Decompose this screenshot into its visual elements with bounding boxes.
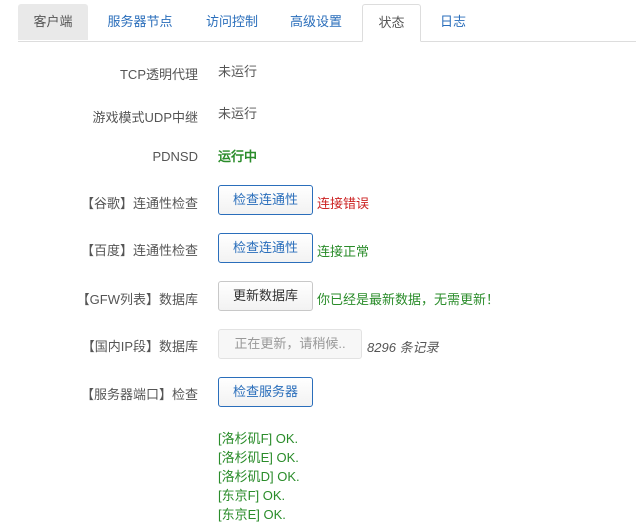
baidu-check-button[interactable]: 检查连通性: [218, 233, 313, 263]
google-check-status: 连接错误: [317, 196, 370, 211]
server-result-line: [洛杉矶D] OK.: [218, 469, 300, 484]
tab-bar: 客户端 服务器节点 访问控制 高级设置 状态 日志: [18, 4, 636, 42]
udp-relay-label: 游戏模式UDP中继: [92, 110, 198, 125]
gfw-db-status: 你已经是最新数据，无需更新！: [317, 292, 500, 307]
udp-relay-status: 未运行: [218, 106, 258, 121]
google-check-label: 【谷歌】连通性检查: [80, 196, 198, 211]
tcp-proxy-status: 未运行: [218, 64, 258, 79]
baidu-check-label: 【百度】连通性检查: [80, 243, 198, 258]
server-result-line: [东京F] OK.: [218, 488, 286, 503]
tcp-proxy-label: TCP透明代理: [119, 67, 198, 82]
tab-server-nodes[interactable]: 服务器节点: [90, 4, 190, 40]
pdnsd-status: 运行中: [218, 149, 258, 164]
chnip-record-count: 8296 条记录: [367, 340, 439, 355]
server-port-check-label: 【服务器端口】检查: [80, 387, 198, 402]
tab-access-control[interactable]: 访问控制: [192, 4, 272, 40]
chnip-db-label: 【国内IP段】数据库: [81, 339, 198, 354]
updating-chnip-button: 正在更新，请稍候..: [218, 329, 362, 359]
gfw-db-label: 【GFW列表】数据库: [76, 292, 198, 307]
pdnsd-label: PDNSD: [152, 149, 198, 164]
tab-client[interactable]: 客户端: [18, 4, 88, 40]
server-result-line: [洛杉矶E] OK.: [218, 450, 299, 465]
baidu-check-status: 连接正常: [317, 244, 370, 259]
tab-advanced-settings[interactable]: 高级设置: [276, 4, 356, 40]
tab-log[interactable]: 日志: [423, 4, 483, 40]
server-result-line: [东京E] OK.: [218, 507, 286, 522]
server-result-line: [洛杉矶F] OK.: [218, 431, 299, 446]
check-server-button[interactable]: 检查服务器: [218, 377, 313, 407]
tab-status[interactable]: 状态: [362, 4, 421, 42]
google-check-button[interactable]: 检查连通性: [218, 185, 313, 215]
update-gfw-button[interactable]: 更新数据库: [218, 281, 313, 311]
server-check-results: [洛杉矶F] OK. [洛杉矶E] OK. [洛杉矶D] OK. [东京F] O…: [218, 429, 300, 524]
